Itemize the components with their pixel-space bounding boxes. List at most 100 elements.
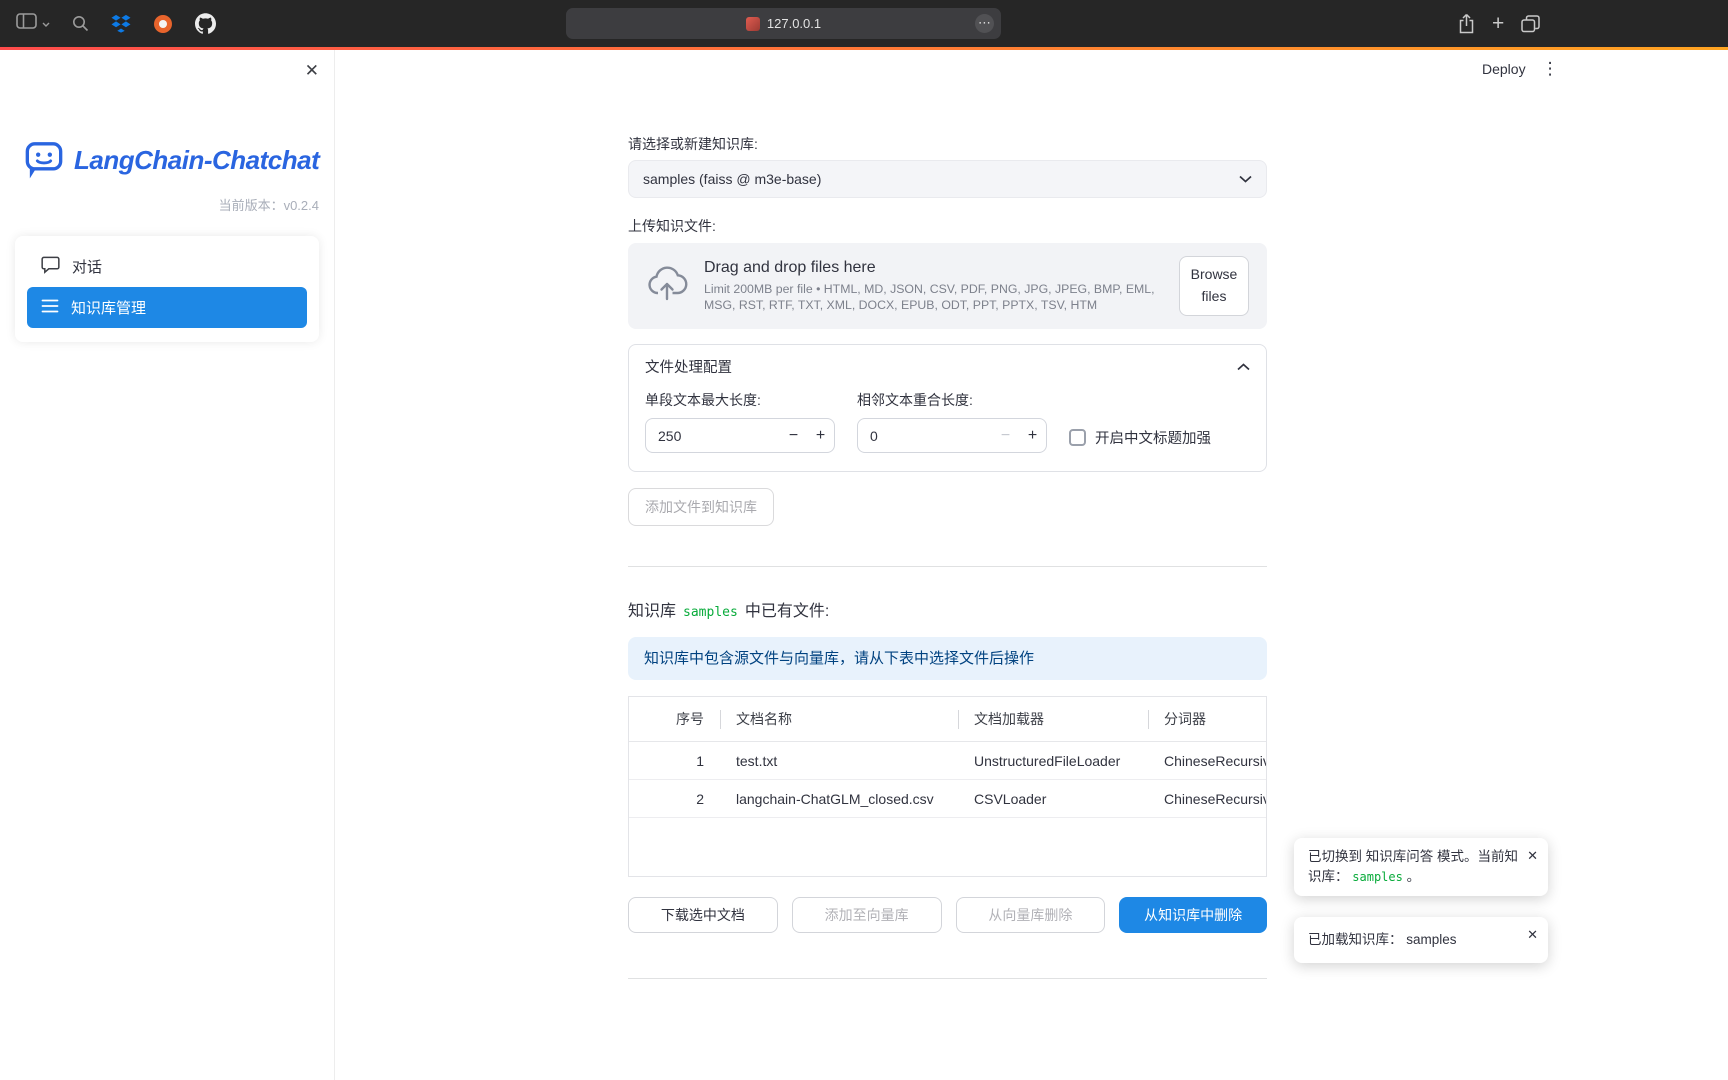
delete-from-vector-store-button[interactable]: 从向量库删除 — [956, 897, 1106, 933]
table-cell-index[interactable]: 1 — [675, 742, 720, 780]
site-favicon — [746, 17, 760, 31]
sidebar-toggle-icon — [16, 13, 37, 34]
toast-text-suffix: 。 — [1407, 869, 1421, 884]
divider — [628, 566, 1267, 567]
pinned-tab-blue-icon[interactable] — [111, 14, 131, 33]
toast-kb-loaded: 已加载知识库： samples ✕ — [1294, 917, 1548, 963]
chunk-size-label: 单段文本最大长度: — [645, 390, 835, 410]
table-header-name[interactable]: 文档名称 — [720, 697, 958, 742]
file-dropzone[interactable]: Drag and drop files here Limit 200MB per… — [628, 243, 1267, 329]
sidebar-item-label: 对话 — [72, 256, 102, 277]
toast-kb-name: samples — [1406, 932, 1456, 947]
cloud-upload-icon — [646, 266, 688, 306]
file-config-expander: 文件处理配置 单段文本最大长度: 250 − + 相邻文本重合长度: — [628, 344, 1267, 472]
zh-title-enhance-label: 开启中文标题加强 — [1095, 427, 1211, 448]
add-files-row: 添加文件到知识库 — [628, 488, 1267, 526]
info-banner: 知识库中包含源文件与向量库，请从下表中选择文件后操作 — [628, 637, 1267, 680]
table-header-select[interactable] — [629, 697, 675, 742]
version-label: 当前版本：v0.2.4 — [0, 195, 319, 214]
tab-overview-icon[interactable] — [1521, 15, 1540, 33]
toolbar-left-group — [16, 0, 216, 47]
kb-name-code: samples — [683, 605, 738, 620]
delete-from-kb-button[interactable]: 从知识库中删除 — [1119, 897, 1267, 933]
toolbar-right-group: + — [1458, 0, 1540, 47]
add-to-vector-store-button[interactable]: 添加至向量库 — [792, 897, 942, 933]
overlap-size-group: 相邻文本重合长度: 0 − + — [857, 390, 1047, 453]
zh-title-enhance-checkbox[interactable] — [1069, 429, 1086, 446]
toast-text: 已加载知识库： — [1308, 932, 1403, 947]
divider — [628, 978, 1267, 979]
github-icon[interactable] — [195, 13, 216, 34]
deploy-button[interactable]: Deploy — [1482, 61, 1526, 77]
sidebar: ✕ LangChain-Chatchat 当前版本：v0.2.4 对话 知识库管… — [0, 50, 334, 1080]
chunk-size-group: 单段文本最大长度: 250 − + — [645, 390, 835, 453]
kb-select-label: 请选择或新建知识库: — [628, 134, 1267, 154]
table-row-select[interactable] — [629, 780, 675, 818]
list-icon — [41, 298, 59, 318]
add-files-button[interactable]: 添加文件到知识库 — [628, 488, 774, 526]
chunk-size-input[interactable]: 250 − + — [645, 418, 835, 453]
files-heading-suffix: 中已有文件: — [745, 597, 829, 621]
expander-title: 文件处理配置 — [645, 356, 732, 377]
chat-bubble-icon — [41, 256, 60, 278]
toast-kb-code: samples — [1352, 870, 1403, 884]
table-cell-index[interactable]: 2 — [675, 780, 720, 818]
table-cell-splitter[interactable]: ChineseRecursive — [1148, 742, 1266, 780]
close-icon[interactable]: ✕ — [1527, 846, 1538, 866]
share-icon[interactable] — [1458, 13, 1475, 34]
sidebar-menu: 对话 知识库管理 — [15, 236, 319, 342]
dropzone-text: Drag and drop files here Limit 200MB per… — [704, 259, 1163, 313]
table-header-splitter[interactable]: 分词器 — [1148, 697, 1266, 742]
table-actions: 下载选中文档 添加至向量库 从向量库删除 从知识库中删除 — [628, 897, 1267, 933]
files-heading-prefix: 知识库 — [628, 597, 676, 621]
table-cell-splitter[interactable]: ChineseRecursive — [1148, 780, 1266, 818]
table-cell-loader[interactable]: UnstructuredFileLoader — [958, 742, 1148, 780]
chevron-down-icon — [1239, 175, 1252, 183]
new-tab-icon[interactable]: + — [1492, 13, 1504, 34]
overlap-size-label: 相邻文本重合长度: — [857, 390, 1047, 410]
sidebar-item-dialogue[interactable]: 对话 — [27, 246, 307, 287]
table-row-select[interactable] — [629, 742, 675, 780]
sidebar-item-knowledge-base[interactable]: 知识库管理 — [27, 287, 307, 328]
decrement-button[interactable]: − — [992, 427, 1019, 445]
table-cell-loader[interactable]: CSVLoader — [958, 780, 1148, 818]
url-text: 127.0.0.1 — [767, 16, 821, 31]
kb-selected-value: samples (faiss @ m3e-base) — [643, 171, 821, 187]
dropzone-hint: Limit 200MB per file • HTML, MD, JSON, C… — [704, 282, 1163, 313]
table-header-index[interactable]: 序号 — [675, 697, 720, 742]
address-bar[interactable]: 127.0.0.1 ⋯ — [566, 8, 1001, 39]
close-icon[interactable]: ✕ — [1527, 925, 1538, 945]
sidebar-close-icon[interactable]: ✕ — [305, 61, 319, 81]
app-header: Deploy ⋮ — [1482, 59, 1559, 79]
overlap-size-input[interactable]: 0 − + — [857, 418, 1047, 453]
page-options-icon[interactable]: ⋯ — [975, 14, 994, 33]
pinned-tab-orange-icon[interactable] — [153, 14, 173, 34]
logo-text: LangChain-Chatchat — [74, 145, 319, 176]
chevron-down-icon[interactable] — [42, 15, 50, 33]
chunk-size-value[interactable]: 250 — [646, 428, 780, 444]
files-table: 序号 文档名称 文档加载器 分词器 1 test.txt Unstructure… — [628, 696, 1267, 877]
table-header-loader[interactable]: 文档加载器 — [958, 697, 1148, 742]
decrement-button[interactable]: − — [780, 427, 807, 445]
increment-button[interactable]: + — [807, 427, 834, 445]
table-cell-name[interactable]: test.txt — [720, 742, 958, 780]
logo: LangChain-Chatchat — [24, 136, 334, 185]
kb-selectbox[interactable]: samples (faiss @ m3e-base) — [628, 160, 1267, 198]
main-menu-icon[interactable]: ⋮ — [1542, 59, 1559, 79]
expander-body: 单段文本最大长度: 250 − + 相邻文本重合长度: 0 − + — [629, 388, 1266, 471]
zh-title-enhance-group: 开启中文标题加强 — [1069, 421, 1211, 453]
download-selected-button[interactable]: 下载选中文档 — [628, 897, 778, 933]
expander-header[interactable]: 文件处理配置 — [629, 345, 1266, 388]
chevron-up-icon[interactable] — [1237, 363, 1250, 371]
logo-chat-icon — [24, 136, 64, 185]
sidebar-toggle-button[interactable] — [16, 13, 50, 34]
browse-files-button[interactable]: Browse files — [1179, 256, 1249, 315]
upload-section-label: 上传知识文件: — [628, 216, 1267, 236]
increment-button[interactable]: + — [1019, 427, 1046, 445]
app-page: Deploy ⋮ ✕ LangChain-Chatchat 当前版本：v0.2.… — [0, 50, 1728, 1080]
overlap-size-value[interactable]: 0 — [858, 428, 992, 444]
table-cell-name[interactable]: langchain-ChatGLM_closed.csv — [720, 780, 958, 818]
search-icon[interactable] — [72, 15, 89, 32]
sidebar-item-label: 知识库管理 — [71, 297, 146, 318]
files-heading: 知识库 samples 中已有文件: — [628, 597, 1267, 621]
